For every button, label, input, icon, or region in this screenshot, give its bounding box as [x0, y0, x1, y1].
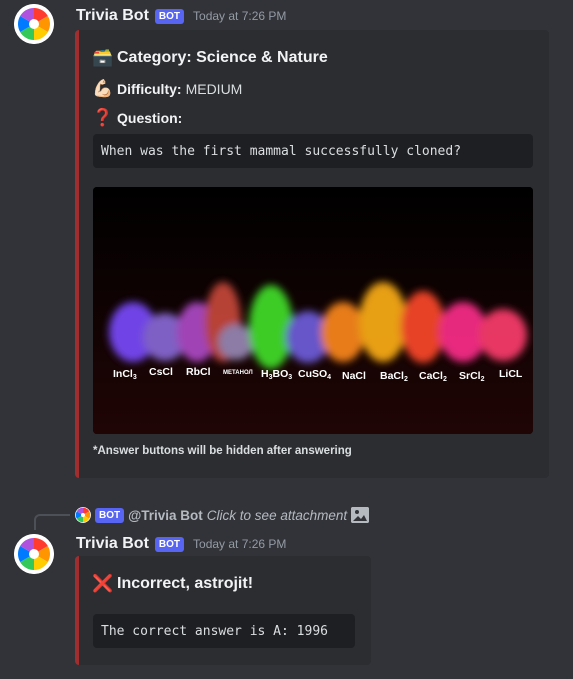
result-title-row: ❌ Incorrect, astrojit!: [92, 574, 254, 594]
label-cuso4: CuSO4: [298, 368, 331, 381]
bot-tag-2: BOT: [154, 536, 185, 552]
result-embed: ❌ Incorrect, astrojit! The correct answe…: [75, 556, 371, 665]
bot-tag: BOT: [154, 8, 185, 24]
username[interactable]: Trivia Bot: [76, 7, 149, 25]
difficulty-value: MEDIUM: [185, 81, 243, 97]
flame-test-picture: InCl3 CsCl RbCl МЕТАНОЛ H3BO3 CuSO4 NaCl…: [93, 187, 533, 434]
flame-test-image[interactable]: InCl3 CsCl RbCl МЕТАНОЛ H3BO3 CuSO4 NaCl…: [93, 187, 533, 434]
question-label-row: ❓ Question:: [92, 108, 183, 128]
question-embed: 🗃️ Category: Science & Nature 💪🏻 Difficu…: [75, 30, 549, 478]
label-methanol: МЕТАНОЛ: [223, 370, 253, 376]
embed-title: Category: Science & Nature: [117, 49, 328, 66]
username-2[interactable]: Trivia Bot: [76, 535, 149, 553]
reply-bot-tag: BOT: [95, 507, 125, 523]
color-wheel-icon: [14, 4, 54, 44]
difficulty-label: Difficulty:: [117, 81, 182, 97]
difficulty-row: 💪🏻 Difficulty: MEDIUM: [92, 79, 243, 99]
color-wheel-icon: [75, 507, 91, 523]
embed-title-row: 🗃️ Category: Science & Nature: [92, 48, 328, 68]
reply-author[interactable]: @Trivia Bot: [128, 508, 203, 523]
label-cscl: CsCl: [149, 366, 173, 378]
bot-avatar[interactable]: [14, 4, 54, 44]
result-title: Incorrect, astrojit!: [117, 575, 254, 592]
message-header-2: Trivia Bot BOT Today at 7:26 PM: [76, 534, 286, 554]
bot-avatar-2[interactable]: [14, 534, 54, 574]
reply-connector: [34, 514, 70, 530]
reply-preview-text[interactable]: Click to see attachment: [207, 508, 347, 523]
reply-avatar: [75, 507, 91, 523]
card-file-box-icon: 🗃️: [92, 48, 114, 67]
timestamp: Today at 7:26 PM: [193, 9, 287, 23]
embed-footer: *Answer buttons will be hidden after ans…: [93, 445, 352, 457]
answer-text: The correct answer is A: 1996: [101, 623, 328, 639]
flexed-biceps-icon: 💪🏻: [92, 79, 114, 98]
label-cacl2: CaCl2: [419, 370, 447, 383]
image-icon: [351, 507, 370, 523]
timestamp-2: Today at 7:26 PM: [193, 537, 287, 551]
label-rbcl: RbCl: [186, 366, 211, 378]
color-wheel-icon: [14, 534, 54, 574]
cross-mark-icon: ❌: [92, 574, 114, 593]
question-mark-icon: ❓: [92, 108, 114, 127]
label-nacl: NaCl: [342, 370, 366, 382]
question-text: When was the first mammal successfully c…: [101, 143, 462, 159]
question-code-block: When was the first mammal successfully c…: [93, 134, 533, 168]
label-h3bo3: H3BO3: [261, 368, 292, 381]
message-header: Trivia Bot BOT Today at 7:26 PM: [76, 6, 286, 26]
label-bacl2: BaCl2: [380, 370, 408, 383]
label-licl: LiCL: [499, 368, 523, 380]
reply-reference[interactable]: BOT @Trivia Bot Click to see attachment: [75, 506, 370, 524]
question-label: Question:: [117, 110, 183, 126]
answer-code-block: The correct answer is A: 1996: [93, 614, 355, 648]
